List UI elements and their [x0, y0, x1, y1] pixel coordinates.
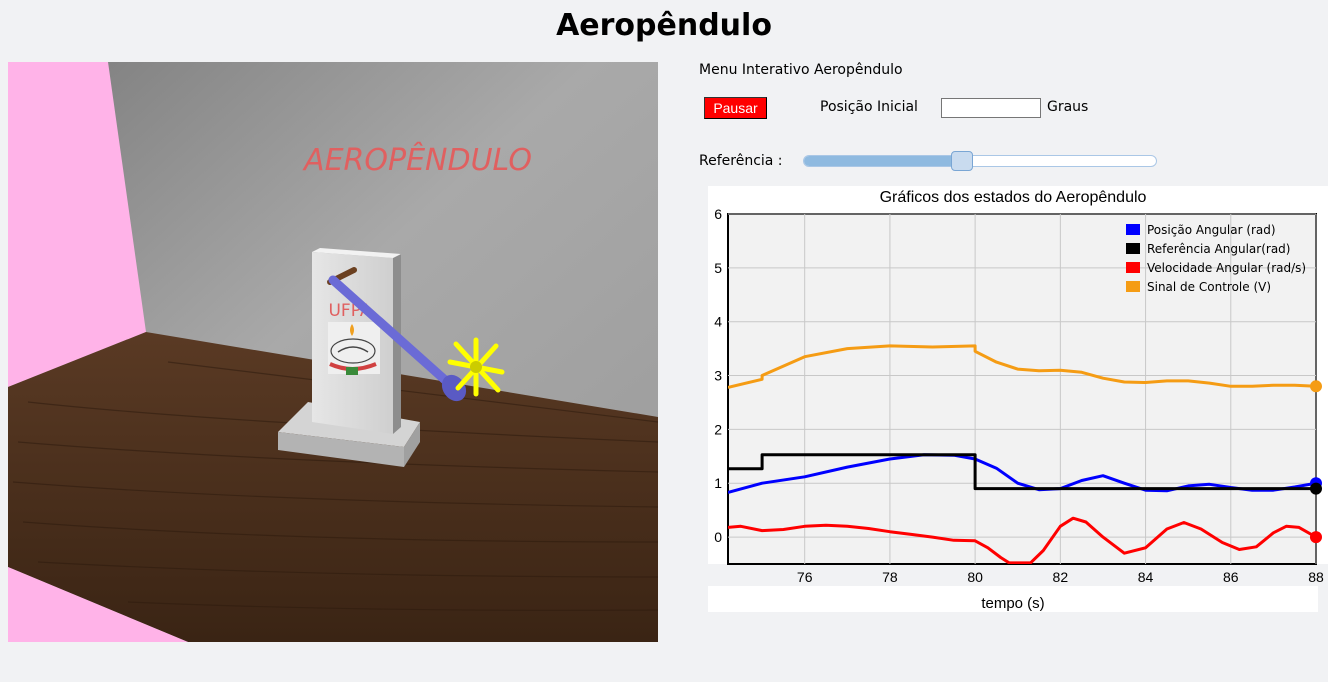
menu-title: Menu Interativo Aeropêndulo [699, 62, 903, 78]
legend-swatch-2 [1126, 262, 1140, 273]
y-tick-label: 1 [714, 475, 722, 491]
chart-xlabel: tempo (s) [981, 595, 1044, 612]
y-tick-label: 3 [714, 368, 722, 384]
reference-label: Referência : [699, 153, 783, 169]
y-tick-label: 2 [714, 421, 722, 437]
y-tick-label: 6 [714, 206, 722, 222]
legend-swatch-1 [1126, 243, 1140, 254]
legend-label-0: Posição Angular (rad) [1147, 223, 1276, 237]
y-tick-label: 4 [714, 314, 722, 330]
page-title: Aeropêndulo [556, 8, 772, 43]
pause-button[interactable]: Pausar [704, 97, 767, 119]
initial-position-input[interactable] [941, 98, 1041, 118]
x-tick-label: 80 [967, 569, 983, 585]
x-tick-label: 84 [1138, 569, 1154, 585]
aeropendulum-3d-scene[interactable]: AEROPÊNDULO UFPA [8, 62, 658, 642]
reference-slider-handle[interactable] [951, 151, 974, 171]
scene-canvas[interactable]: AEROPÊNDULO UFPA [8, 62, 658, 642]
reference-slider[interactable] [803, 151, 1157, 171]
x-tick-label: 78 [882, 569, 898, 585]
initial-position-label: Posição Inicial [820, 99, 918, 115]
legend-swatch-3 [1126, 281, 1140, 292]
chart-title: Gráficos dos estados do Aeropêndulo [880, 189, 1147, 206]
initial-position-unit: Graus [1047, 99, 1089, 115]
reference-slider-fill [804, 156, 963, 166]
y-tick-label: 0 [714, 529, 722, 545]
states-chart: Gráficos dos estados do Aeropêndulo 76 78… [708, 186, 1328, 612]
x-tick-label: 86 [1223, 569, 1239, 585]
wall-title-text: AEROPÊNDULO [302, 142, 532, 178]
propeller-hub [470, 361, 482, 373]
ufpa-logo-emblem [328, 322, 380, 375]
x-tick-label: 76 [797, 569, 813, 585]
legend-label-3: Sinal de Controle (V) [1147, 280, 1271, 294]
series-end-marker-2 [1310, 531, 1322, 544]
states-chart-svg: Gráficos dos estados do Aeropêndulo 76 78… [708, 186, 1328, 612]
y-tick-label: 5 [714, 260, 722, 276]
series-end-marker-3 [1310, 380, 1322, 393]
x-tick-label: 88 [1308, 569, 1324, 585]
legend-label-2: Velocidade Angular (rad/s) [1147, 261, 1306, 275]
x-tick-label: 82 [1053, 569, 1069, 585]
series-end-marker-1 [1310, 482, 1322, 495]
legend-label-1: Referência Angular(rad) [1147, 242, 1290, 256]
legend-swatch-0 [1126, 224, 1140, 235]
